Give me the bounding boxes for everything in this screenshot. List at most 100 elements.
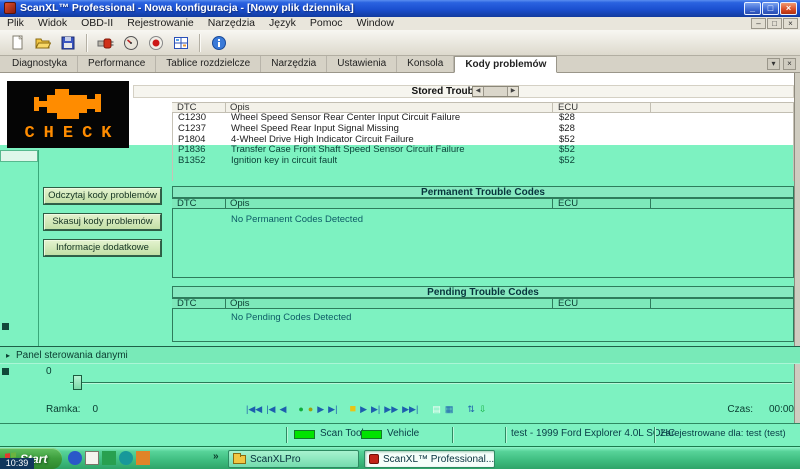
data-control-panel-header[interactable]: ▸ Panel sterowania danymi xyxy=(0,346,800,364)
stored-row-2[interactable]: C1237 Wheel Speed Rear Input Signal Miss… xyxy=(173,124,793,135)
fast-forward-icon[interactable]: ▶▶ xyxy=(384,402,398,416)
log-file-icon[interactable]: ▤ xyxy=(432,402,441,416)
tab-narzedzia[interactable]: Narzędzia xyxy=(261,56,327,72)
cell-opis: Ignition key in circuit fault xyxy=(227,156,554,167)
menu-item-obd-ii[interactable]: OBD-II xyxy=(74,17,120,30)
scroll-left-icon[interactable]: ◀ xyxy=(473,87,484,96)
sync-icon[interactable]: ⇅ xyxy=(467,402,475,416)
cell-ecu: $52 xyxy=(554,145,652,156)
cell-dtc: B1352 xyxy=(173,156,227,167)
quick-launch-icon-2[interactable] xyxy=(85,451,99,465)
tab-tablice-rozdzielcze[interactable]: Tablice rozdzielcze xyxy=(156,56,261,72)
step-forward-icon[interactable]: ▶| xyxy=(328,402,337,416)
stored-codes-title: Stored Trouble Codes xyxy=(133,85,794,98)
tab-close-button[interactable]: × xyxy=(783,58,796,70)
mdi-minimize-button[interactable]: – xyxy=(751,18,766,29)
quick-launch-icon-4[interactable] xyxy=(119,451,133,465)
skip-first-icon[interactable]: |◀◀ xyxy=(246,402,262,416)
menu-item-widok[interactable]: Widok xyxy=(31,17,74,30)
column-opis[interactable]: Opis xyxy=(226,299,553,308)
stored-row-5[interactable]: B1352 Ignition key in circuit fault $52 xyxy=(173,156,793,167)
menu-item-plik[interactable]: Plik xyxy=(0,17,31,30)
scrollbar-track[interactable] xyxy=(484,87,507,96)
read-codes-button[interactable]: Odczytaj kody problemów xyxy=(44,188,161,204)
marker-icon[interactable]: ● xyxy=(308,402,313,416)
play-icon[interactable]: ▶ xyxy=(317,402,324,416)
new-file-button[interactable] xyxy=(5,32,30,54)
dashboards-button[interactable] xyxy=(168,32,193,54)
menu-item-window[interactable]: Window xyxy=(350,17,401,30)
quick-launch-icon-3[interactable] xyxy=(102,451,116,465)
mdi-restore-button[interactable]: □ xyxy=(767,18,782,29)
open-folder-icon xyxy=(35,35,51,51)
quick-launch-overflow-icon[interactable]: » xyxy=(213,451,219,462)
column-ecu[interactable]: ECU xyxy=(553,299,651,308)
tab-scroll-button[interactable]: ▾ xyxy=(767,58,780,70)
column-dtc[interactable]: DTC xyxy=(172,199,226,208)
task-label: ScanXL™ Professional... xyxy=(383,454,494,465)
tab-ustawienia[interactable]: Ustawienia xyxy=(327,56,397,72)
folder-icon xyxy=(233,455,246,464)
window-border xyxy=(794,73,800,446)
step-end-icon[interactable]: ▶| xyxy=(371,402,380,416)
tab-diagnostyka[interactable]: Diagnostyka xyxy=(2,56,78,72)
scroll-right-icon[interactable]: ▶ xyxy=(507,87,518,96)
close-button[interactable]: × xyxy=(780,2,797,15)
save-log-icon[interactable]: ▦ xyxy=(445,402,454,416)
glitch-scrollbar[interactable]: ◀ ▶ xyxy=(472,86,519,97)
mdi-minimize-icon: – xyxy=(756,19,760,28)
column-dtc[interactable]: DTC xyxy=(172,299,226,308)
step-back-icon[interactable]: |◀ xyxy=(266,402,275,416)
cell-extra xyxy=(652,156,793,167)
menu-item-pomoc[interactable]: Pomoc xyxy=(303,17,350,30)
play-forward-icon[interactable]: ▶ xyxy=(360,402,367,416)
menu-item-jezyk[interactable]: Język xyxy=(262,17,303,30)
clear-codes-button[interactable]: Skasuj kody problemów xyxy=(44,214,161,230)
permanent-column-header[interactable]: DTC Opis ECU xyxy=(172,198,794,209)
menu-item-rejestrowanie[interactable]: Rejestrowanie xyxy=(120,17,201,30)
current-frame-icon[interactable]: ■ xyxy=(349,402,356,416)
menu-item-narzedzia[interactable]: Narzędzia xyxy=(201,17,262,30)
time-counter: Czas:00:00 xyxy=(727,404,794,415)
close-icon: × xyxy=(786,3,791,13)
column-dtc[interactable]: DTC xyxy=(172,103,226,112)
frame-slider-track[interactable] xyxy=(70,382,792,383)
column-opis[interactable]: Opis xyxy=(226,103,553,112)
taskbar-button-scanxl-professional[interactable]: ScanXL™ Professional... xyxy=(364,450,495,468)
tab-close-icon: × xyxy=(787,59,792,68)
cell-ecu: $28 xyxy=(554,113,652,124)
save-button[interactable] xyxy=(55,32,80,54)
column-extra xyxy=(651,299,794,308)
mdi-close-button[interactable]: × xyxy=(783,18,798,29)
record-button[interactable] xyxy=(143,32,168,54)
download-icon[interactable]: ⇩ xyxy=(479,402,487,416)
minimize-button[interactable]: _ xyxy=(744,2,761,15)
stored-row-4[interactable]: P1836 Transfer Case Front Shaft Speed Se… xyxy=(173,145,793,156)
column-ecu[interactable]: ECU xyxy=(553,199,651,208)
maximize-icon: □ xyxy=(768,3,773,13)
record-icon[interactable]: ● xyxy=(298,402,303,416)
info-button[interactable] xyxy=(206,32,231,54)
column-ecu[interactable]: ECU xyxy=(553,103,651,112)
pending-column-header[interactable]: DTC Opis ECU xyxy=(172,298,794,309)
connect-button[interactable] xyxy=(93,32,118,54)
quick-launch-icon-1[interactable] xyxy=(68,451,82,465)
stored-row-3[interactable]: P1804 4-Wheel Drive High Indicator Circu… xyxy=(173,135,793,146)
stored-row-1[interactable]: C1230 Wheel Speed Sensor Rear Center Inp… xyxy=(173,113,793,124)
column-opis[interactable]: Opis xyxy=(226,199,553,208)
stored-column-header[interactable]: DTC Opis ECU xyxy=(172,102,794,113)
maximize-button[interactable]: □ xyxy=(762,2,779,15)
additional-info-button[interactable]: Informacje dodatkowe xyxy=(44,240,161,256)
frame-slider-thumb[interactable] xyxy=(73,375,82,390)
skip-last-icon[interactable]: ▶▶| xyxy=(402,402,418,416)
tab-kody-problemow[interactable]: Kody problemów xyxy=(454,56,557,73)
gauge-button[interactable] xyxy=(118,32,143,54)
taskbar-button-scanxlpro[interactable]: ScanXLPro xyxy=(228,450,359,468)
play-reverse-icon[interactable]: ◀ xyxy=(279,402,286,416)
connect-plug-icon xyxy=(97,35,114,51)
quick-launch-icon-5[interactable] xyxy=(136,451,150,465)
cell-opis: 4-Wheel Drive High Indicator Circuit Fai… xyxy=(227,135,554,146)
tab-performance[interactable]: Performance xyxy=(78,56,156,72)
open-file-button[interactable] xyxy=(30,32,55,54)
tab-konsola[interactable]: Konsola xyxy=(397,56,454,72)
